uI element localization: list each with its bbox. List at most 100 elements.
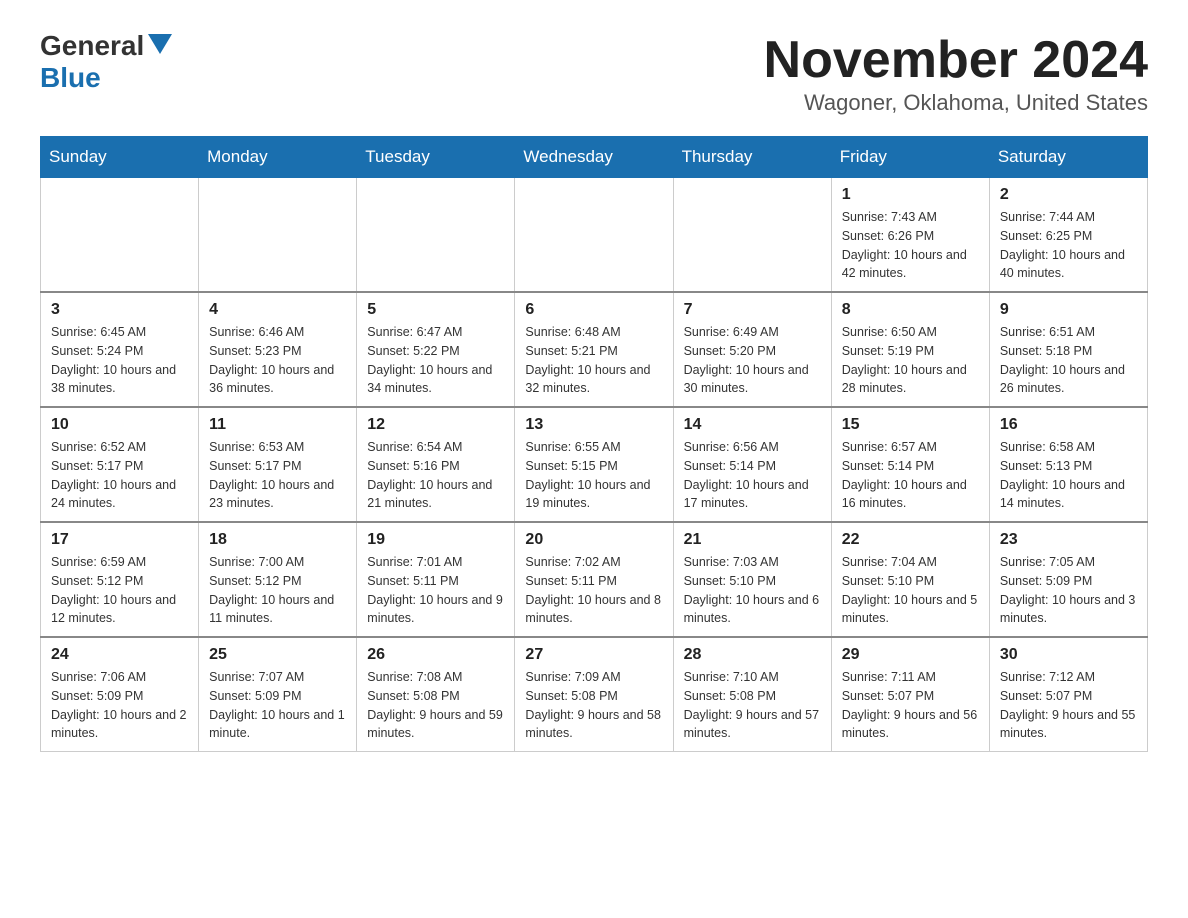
day-number: 22: [842, 531, 979, 549]
calendar-cell: 23 Sunrise: 7:05 AM Sunset: 5:09 PM Dayli…: [989, 522, 1147, 637]
day-number: 23: [1000, 531, 1137, 549]
day-header-wednesday: Wednesday: [515, 137, 673, 178]
day-header-tuesday: Tuesday: [357, 137, 515, 178]
calendar-cell: 5 Sunrise: 6:47 AM Sunset: 5:22 PM Daylig…: [357, 292, 515, 407]
calendar-cell: 13 Sunrise: 6:55 AM Sunset: 5:15 PM Dayli…: [515, 407, 673, 522]
day-number: 2: [1000, 186, 1137, 204]
day-number: 16: [1000, 416, 1137, 434]
day-number: 29: [842, 646, 979, 664]
day-info: Sunrise: 7:00 AM Sunset: 5:12 PM Dayligh…: [209, 553, 346, 628]
logo-general-text: General: [40, 30, 144, 62]
day-info: Sunrise: 7:43 AM Sunset: 6:26 PM Dayligh…: [842, 208, 979, 283]
calendar-cell: 19 Sunrise: 7:01 AM Sunset: 5:11 PM Dayli…: [357, 522, 515, 637]
day-number: 24: [51, 646, 188, 664]
day-info: Sunrise: 6:55 AM Sunset: 5:15 PM Dayligh…: [525, 438, 662, 513]
day-info: Sunrise: 7:02 AM Sunset: 5:11 PM Dayligh…: [525, 553, 662, 628]
calendar-cell: 9Sunrise: 6:51 AM Sunset: 5:18 PM Daylig…: [989, 292, 1147, 407]
calendar-week-row: 17 Sunrise: 6:59 AM Sunset: 5:12 PM Dayli…: [41, 522, 1148, 637]
location: Wagoner, Oklahoma, United States: [764, 90, 1148, 116]
day-info: Sunrise: 7:06 AM Sunset: 5:09 PM Dayligh…: [51, 668, 188, 743]
day-info: Sunrise: 6:53 AM Sunset: 5:17 PM Dayligh…: [209, 438, 346, 513]
day-info: Sunrise: 7:05 AM Sunset: 5:09 PM Dayligh…: [1000, 553, 1137, 628]
logo-triangle-icon: [148, 34, 172, 54]
day-header-saturday: Saturday: [989, 137, 1147, 178]
calendar-cell: [357, 178, 515, 293]
day-number: 5: [367, 301, 504, 319]
calendar-cell: 17 Sunrise: 6:59 AM Sunset: 5:12 PM Dayli…: [41, 522, 199, 637]
calendar-cell: 1 Sunrise: 7:43 AM Sunset: 6:26 PM Daylig…: [831, 178, 989, 293]
calendar-cell: 26 Sunrise: 7:08 AM Sunset: 5:08 PM Dayli…: [357, 637, 515, 752]
calendar-cell: 28Sunrise: 7:10 AM Sunset: 5:08 PM Dayli…: [673, 637, 831, 752]
calendar-week-row: 24 Sunrise: 7:06 AM Sunset: 5:09 PM Dayli…: [41, 637, 1148, 752]
day-number: 9: [1000, 301, 1137, 319]
calendar-cell: 20 Sunrise: 7:02 AM Sunset: 5:11 PM Dayli…: [515, 522, 673, 637]
day-header-friday: Friday: [831, 137, 989, 178]
day-info: Sunrise: 6:49 AM Sunset: 5:20 PM Dayligh…: [684, 323, 821, 398]
day-info: Sunrise: 6:58 AM Sunset: 5:13 PM Dayligh…: [1000, 438, 1137, 513]
calendar-cell: 29 Sunrise: 7:11 AM Sunset: 5:07 PM Dayli…: [831, 637, 989, 752]
day-number: 30: [1000, 646, 1137, 664]
calendar-cell: 30 Sunrise: 7:12 AM Sunset: 5:07 PM Dayli…: [989, 637, 1147, 752]
day-header-thursday: Thursday: [673, 137, 831, 178]
calendar-week-row: 3Sunrise: 6:45 AM Sunset: 5:24 PM Daylig…: [41, 292, 1148, 407]
calendar-cell: 21 Sunrise: 7:03 AM Sunset: 5:10 PM Dayli…: [673, 522, 831, 637]
calendar-cell: 25 Sunrise: 7:07 AM Sunset: 5:09 PM Dayli…: [199, 637, 357, 752]
day-info: Sunrise: 7:11 AM Sunset: 5:07 PM Dayligh…: [842, 668, 979, 743]
calendar-cell: 27 Sunrise: 7:09 AM Sunset: 5:08 PM Dayli…: [515, 637, 673, 752]
day-number: 27: [525, 646, 662, 664]
calendar-cell: 15 Sunrise: 6:57 AM Sunset: 5:14 PM Dayli…: [831, 407, 989, 522]
day-number: 6: [525, 301, 662, 319]
calendar-cell: 12Sunrise: 6:54 AM Sunset: 5:16 PM Dayli…: [357, 407, 515, 522]
calendar-cell: 24 Sunrise: 7:06 AM Sunset: 5:09 PM Dayli…: [41, 637, 199, 752]
day-info: Sunrise: 6:50 AM Sunset: 5:19 PM Dayligh…: [842, 323, 979, 398]
calendar-cell: [673, 178, 831, 293]
calendar-cell: 4Sunrise: 6:46 AM Sunset: 5:23 PM Daylig…: [199, 292, 357, 407]
day-info: Sunrise: 6:52 AM Sunset: 5:17 PM Dayligh…: [51, 438, 188, 513]
logo: General Blue: [40, 30, 172, 94]
day-info: Sunrise: 6:48 AM Sunset: 5:21 PM Dayligh…: [525, 323, 662, 398]
day-number: 26: [367, 646, 504, 664]
title-area: November 2024 Wagoner, Oklahoma, United …: [764, 30, 1148, 116]
day-info: Sunrise: 7:10 AM Sunset: 5:08 PM Dayligh…: [684, 668, 821, 743]
day-number: 21: [684, 531, 821, 549]
day-number: 14: [684, 416, 821, 434]
calendar-cell: 2 Sunrise: 7:44 AM Sunset: 6:25 PM Daylig…: [989, 178, 1147, 293]
day-info: Sunrise: 6:59 AM Sunset: 5:12 PM Dayligh…: [51, 553, 188, 628]
day-number: 25: [209, 646, 346, 664]
day-info: Sunrise: 6:56 AM Sunset: 5:14 PM Dayligh…: [684, 438, 821, 513]
day-info: Sunrise: 7:01 AM Sunset: 5:11 PM Dayligh…: [367, 553, 504, 628]
logo-blue-text: Blue: [40, 62, 101, 94]
day-number: 19: [367, 531, 504, 549]
day-info: Sunrise: 7:09 AM Sunset: 5:08 PM Dayligh…: [525, 668, 662, 743]
day-number: 20: [525, 531, 662, 549]
day-number: 8: [842, 301, 979, 319]
calendar-cell: [515, 178, 673, 293]
calendar-cell: [41, 178, 199, 293]
day-info: Sunrise: 6:57 AM Sunset: 5:14 PM Dayligh…: [842, 438, 979, 513]
header: General Blue November 2024 Wagoner, Okla…: [40, 30, 1148, 116]
day-info: Sunrise: 7:12 AM Sunset: 5:07 PM Dayligh…: [1000, 668, 1137, 743]
calendar-cell: 7 Sunrise: 6:49 AM Sunset: 5:20 PM Daylig…: [673, 292, 831, 407]
day-number: 10: [51, 416, 188, 434]
calendar-cell: [199, 178, 357, 293]
day-info: Sunrise: 6:47 AM Sunset: 5:22 PM Dayligh…: [367, 323, 504, 398]
day-number: 13: [525, 416, 662, 434]
calendar-cell: 6 Sunrise: 6:48 AM Sunset: 5:21 PM Daylig…: [515, 292, 673, 407]
day-info: Sunrise: 7:03 AM Sunset: 5:10 PM Dayligh…: [684, 553, 821, 628]
day-number: 1: [842, 186, 979, 204]
day-number: 7: [684, 301, 821, 319]
day-number: 17: [51, 531, 188, 549]
day-number: 15: [842, 416, 979, 434]
day-info: Sunrise: 7:44 AM Sunset: 6:25 PM Dayligh…: [1000, 208, 1137, 283]
calendar-cell: 18Sunrise: 7:00 AM Sunset: 5:12 PM Dayli…: [199, 522, 357, 637]
calendar-cell: 16 Sunrise: 6:58 AM Sunset: 5:13 PM Dayli…: [989, 407, 1147, 522]
day-info: Sunrise: 6:46 AM Sunset: 5:23 PM Dayligh…: [209, 323, 346, 398]
day-info: Sunrise: 7:08 AM Sunset: 5:08 PM Dayligh…: [367, 668, 504, 743]
day-number: 12: [367, 416, 504, 434]
calendar-cell: 22Sunrise: 7:04 AM Sunset: 5:10 PM Dayli…: [831, 522, 989, 637]
day-header-sunday: Sunday: [41, 137, 199, 178]
day-info: Sunrise: 7:07 AM Sunset: 5:09 PM Dayligh…: [209, 668, 346, 743]
calendar-cell: 8 Sunrise: 6:50 AM Sunset: 5:19 PM Daylig…: [831, 292, 989, 407]
calendar-cell: 11Sunrise: 6:53 AM Sunset: 5:17 PM Dayli…: [199, 407, 357, 522]
day-info: Sunrise: 6:45 AM Sunset: 5:24 PM Dayligh…: [51, 323, 188, 398]
